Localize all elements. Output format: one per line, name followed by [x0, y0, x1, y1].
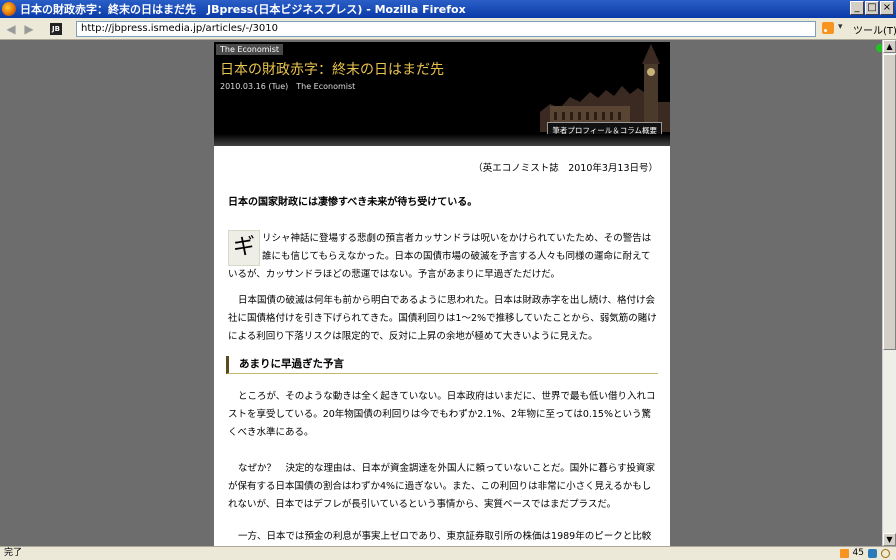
scroll-down-button[interactable]: ▼: [883, 533, 896, 546]
article-credit: （英エコノミスト誌 2010年3月13日号）: [473, 163, 658, 174]
page-viewport: The Economist 日本の財政赤字：終末の日はまだ先 2010.03.1…: [0, 40, 882, 546]
security-status-icon[interactable]: [881, 549, 890, 558]
window-title: 日本の財政赤字：終末の日はまだ先 JBpress(日本ビジネスプレス) - Mo…: [20, 3, 466, 16]
url-bar[interactable]: http://jbpress.ismedia.jp/articles/-/301…: [76, 21, 816, 37]
status-text: 完了: [4, 548, 23, 558]
source-tag: The Economist: [216, 44, 284, 55]
maximize-button[interactable]: □: [865, 1, 879, 15]
firefox-icon: [2, 2, 16, 16]
back-button[interactable]: ◀: [4, 22, 18, 36]
addon-status-icon[interactable]: [868, 549, 877, 558]
status-count: 45: [852, 548, 864, 558]
header-gradient: [214, 134, 670, 146]
status-bar: 完了 45: [0, 546, 896, 560]
tools-menu[interactable]: ツール(T): [853, 22, 896, 37]
scroll-up-button[interactable]: ▲: [883, 40, 896, 53]
window-titlebar: 日本の財政赤字：終末の日はまだ先 JBpress(日本ビジネスプレス) - Mo…: [0, 0, 896, 18]
rss-feed-icon[interactable]: [822, 22, 834, 34]
article-paragraph: 一方、日本では預金の利息が事実上ゼロであり、東京証券取引所の株価は1989年のピ…: [238, 531, 652, 542]
forward-button[interactable]: ▶: [22, 22, 36, 36]
scroll-thumb[interactable]: [883, 54, 896, 350]
article-paragraph: ギ リシャ神話に登場する悲劇の預言者カッサンドラは呪いをかけられていたため、その…: [228, 230, 658, 284]
window-controls: _ □ ×: [850, 1, 894, 15]
big-ben-skyline-image: [540, 42, 670, 132]
article-body: （英エコノミスト誌 2010年3月13日号） 日本の国家財政には凄惨すべき未来が…: [214, 146, 670, 546]
rss-status-icon[interactable]: [839, 549, 849, 558]
article-lead: 日本の国家財政には凄惨すべき未来が待ち受けている。: [228, 197, 478, 208]
article-dateline: 2010.03.16 (Tue) The Economist: [220, 82, 356, 91]
site-favicon-icon: JB: [50, 22, 62, 35]
status-icons: 45: [839, 547, 890, 560]
article-headline: 日本の財政赤字：終末の日はまだ先: [220, 62, 444, 78]
section-heading: あまりに早過ぎた予言: [226, 356, 658, 374]
article-paragraph: ところが、そのような動きは全く起きていない。日本政府はいまだに、世界で最も低い借…: [228, 391, 656, 438]
minimize-button[interactable]: _: [850, 1, 864, 15]
url-dropdown-button[interactable]: ▾: [838, 22, 843, 32]
article-paragraph: なぜか？ 決定的な理由は、日本が資金調達を外国人に頼っていないことだ。国外に暮ら…: [228, 463, 656, 510]
close-button[interactable]: ×: [880, 1, 894, 15]
navigation-toolbar: ◀ ▶ JB http://jbpress.ismedia.jp/article…: [0, 18, 896, 40]
dropcap: ギ: [228, 230, 260, 266]
vertical-scrollbar[interactable]: ▲ ▼: [882, 40, 896, 546]
paragraph-text: リシャ神話に登場する悲劇の預言者カッサンドラは呪いをかけられていたため、その警告…: [228, 233, 652, 280]
article-paragraph: 日本国債の破滅は何年も前から明白であるように思われた。日本は財政赤字を出し続け、…: [228, 295, 657, 342]
article-header: The Economist 日本の財政赤字：終末の日はまだ先 2010.03.1…: [214, 42, 670, 146]
